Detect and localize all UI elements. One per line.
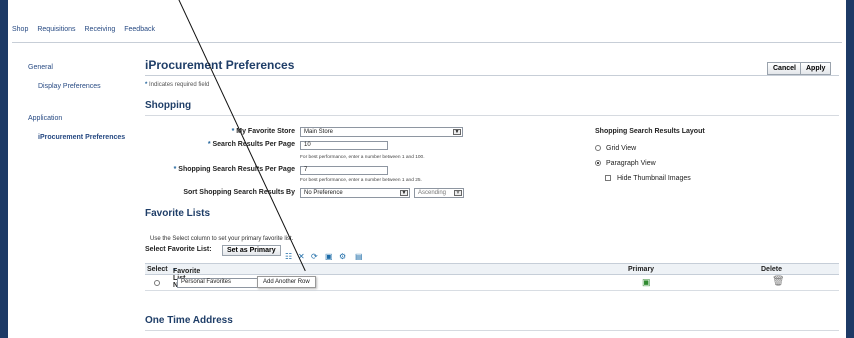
sort-by-select[interactable]: No Preference ▼ — [300, 188, 410, 198]
search-per-page-label: * Search Results Per Page — [208, 141, 295, 148]
nav-shop[interactable]: Shop — [12, 26, 28, 33]
export-icon[interactable]: ▣ — [325, 252, 333, 261]
hide-thumbnails-option[interactable]: Hide Thumbnail Images — [605, 175, 705, 182]
favorite-instruction: Use the Select column to set your primar… — [150, 236, 294, 242]
favorite-lists-table-header: Select *Favorite List Name Primary Delet… — [145, 263, 839, 289]
shopping-results-per-page-input[interactable]: 7 — [300, 166, 388, 175]
apply-button[interactable]: Apply — [800, 62, 832, 75]
required-star-icon: * — [173, 166, 177, 173]
checkbox-icon[interactable] — [605, 175, 611, 182]
shopping-heading: Shopping — [145, 100, 192, 111]
paragraph-view-label: Paragraph View — [606, 160, 656, 167]
table-row: Personal Favorites ▣ 🗑 — [145, 276, 839, 291]
required-star-icon: * — [231, 128, 235, 135]
sort-order-value: Ascending — [418, 190, 447, 196]
nav-feedback[interactable]: Feedback — [124, 26, 155, 33]
required-note: * Indicates required field — [145, 82, 209, 88]
search-per-page-label-text: Search Results Per Page — [212, 141, 296, 148]
sidebar-general[interactable]: General — [28, 64, 128, 71]
sidebar-display-preferences[interactable]: Display Preferences — [38, 83, 128, 90]
left-window-frame — [0, 0, 8, 338]
sort-by-value: No Preference — [304, 190, 343, 196]
grid-view-option[interactable]: Grid View — [595, 145, 705, 152]
search-results-per-page-input[interactable]: 10 — [300, 141, 388, 150]
radio-icon[interactable] — [595, 145, 601, 152]
favorite-list-name-input[interactable]: Personal Favorites — [177, 278, 261, 288]
grid-view-label: Grid View — [606, 145, 637, 152]
select-column-header: Select — [147, 266, 168, 273]
required-star-icon: * — [145, 82, 148, 88]
chevron-down-icon: ▼ — [400, 190, 408, 196]
nav-requisitions[interactable]: Requisitions — [37, 26, 75, 33]
cancel-button[interactable]: Cancel — [767, 62, 802, 75]
select-row-radio-icon[interactable] — [154, 280, 160, 286]
layout-title: Shopping Search Results Layout — [595, 128, 705, 135]
favorite-store-select[interactable]: Main Store ▼ — [300, 127, 463, 137]
favorite-lists-heading: Favorite Lists — [145, 208, 211, 219]
required-note-text: Indicates required field — [149, 82, 210, 88]
one-time-address-divider — [145, 330, 839, 331]
primary-checkmark-icon: ▣ — [642, 277, 651, 287]
chevron-down-icon: ▼ — [453, 129, 461, 135]
preferences-sidebar: General Display Preferences Application … — [28, 64, 128, 166]
sidebar-application[interactable]: Application — [28, 115, 128, 122]
hide-thumbnails-label: Hide Thumbnail Images — [617, 175, 691, 182]
paragraph-view-option[interactable]: Paragraph View — [595, 160, 705, 167]
search-results-layout: Shopping Search Results Layout Grid View… — [595, 128, 705, 190]
shopping-divider — [145, 115, 839, 116]
top-navigation: Shop Requisitions Receiving Feedback — [12, 26, 155, 33]
refresh-icon[interactable]: ⟳ — [311, 252, 318, 261]
radio-selected-icon[interactable] — [595, 160, 601, 167]
gear-icon[interactable]: ⚙ — [339, 252, 346, 261]
favorite-store-value: Main Store — [304, 129, 334, 135]
top-divider — [12, 42, 842, 43]
search-results-hint: For best performance, enter a number bet… — [300, 155, 425, 160]
columns-icon[interactable]: ▤ — [355, 252, 363, 261]
add-row-icon[interactable]: ☷ — [285, 252, 292, 261]
favorite-store-label-text: My Favorite Store — [236, 128, 295, 135]
set-primary-button[interactable]: Set as Primary — [222, 245, 281, 256]
required-star-icon: * — [207, 141, 211, 148]
sidebar-iprocurement-preferences[interactable]: iProcurement Preferences — [38, 134, 128, 141]
shopping-results-hint: For best performance, enter a number bet… — [300, 178, 422, 183]
delete-column-header: Delete — [761, 266, 783, 273]
trash-icon[interactable]: 🗑 — [772, 276, 785, 287]
shopping-per-page-label: * Shopping Search Results Per Page — [174, 166, 295, 173]
add-row-tooltip: Add Another Row — [257, 276, 316, 288]
page-title: iProcurement Preferences — [145, 58, 295, 72]
primary-column-header: Primary — [628, 266, 655, 273]
one-time-address-heading: One Time Address — [145, 315, 233, 326]
select-favorite-label: Select Favorite List: — [145, 246, 212, 253]
nav-receiving[interactable]: Receiving — [85, 26, 116, 33]
title-divider — [145, 75, 839, 76]
chevron-down-icon: ▼ — [454, 190, 462, 196]
annotation-pointer-line — [178, 0, 306, 272]
shopping-per-page-label-text: Shopping Search Results Per Page — [178, 166, 295, 173]
sort-order-select[interactable]: Ascending ▼ — [414, 188, 464, 198]
sort-label: Sort Shopping Search Results By — [183, 189, 295, 196]
right-window-frame — [846, 0, 854, 338]
